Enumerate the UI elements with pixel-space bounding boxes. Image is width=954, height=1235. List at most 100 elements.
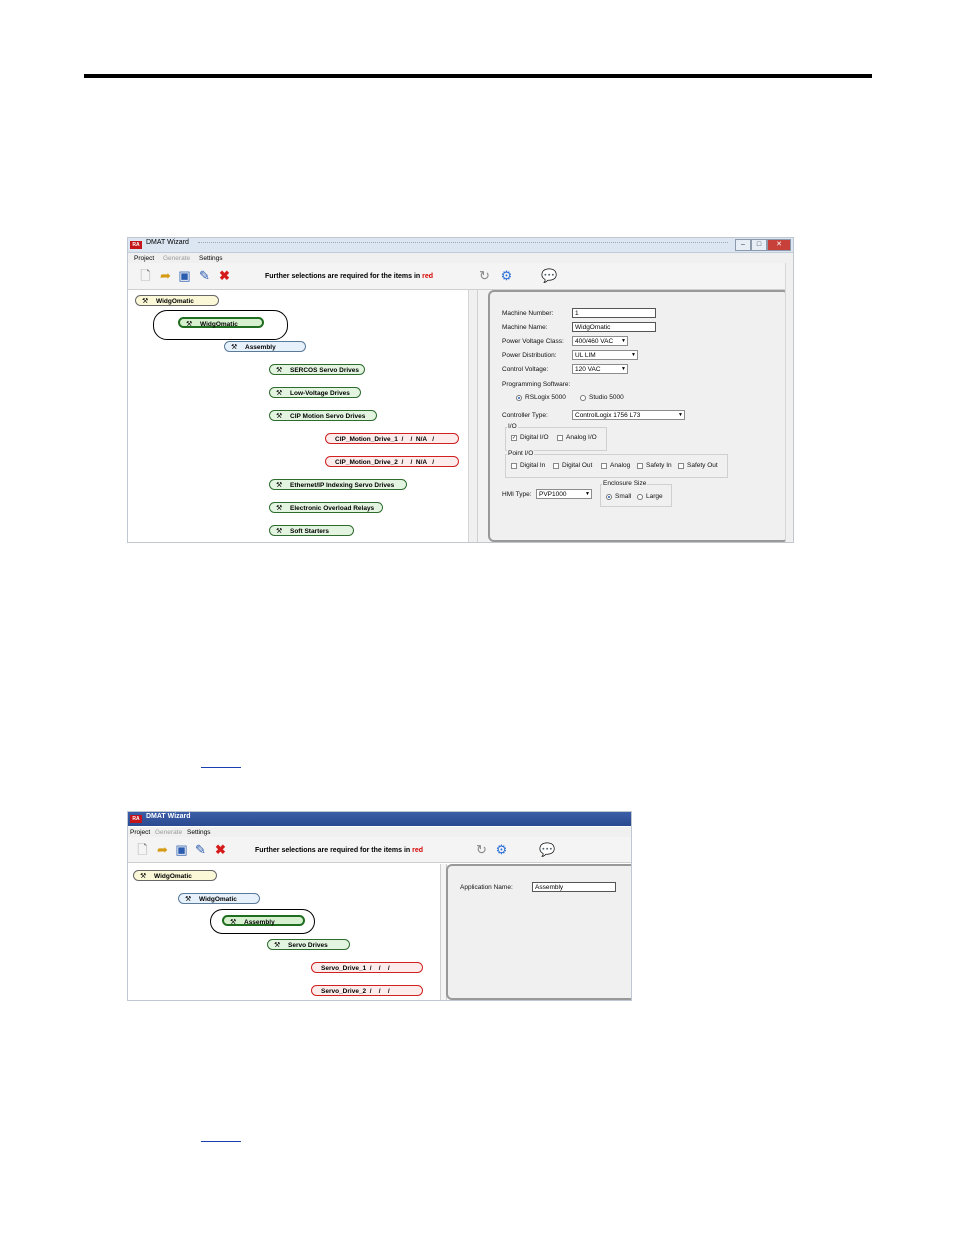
point-io-group-label: Point I/O — [507, 450, 535, 457]
edit-icon[interactable]: ✎ — [197, 268, 212, 283]
menu-project[interactable]: Project — [134, 255, 154, 262]
studio5000-radio[interactable] — [580, 395, 586, 401]
machine-name-label: Machine Name: — [502, 324, 548, 331]
machine-number-label: Machine Number: — [502, 310, 554, 317]
wrench-icon: ⚒ — [276, 390, 283, 397]
power-voltage-class-select[interactable]: 400/460 VAC ▼ — [572, 336, 628, 346]
application-name-field[interactable]: Assembly — [532, 882, 616, 892]
app-logo-icon: RA — [130, 241, 142, 249]
window-scrollbar[interactable] — [785, 263, 793, 542]
dropdown-arrow-icon: ▼ — [631, 352, 636, 358]
tree-node-servo-drives[interactable]: ⚒ Servo Drives — [267, 939, 350, 950]
minimize-button[interactable]: – — [735, 239, 751, 251]
tree-node-ethernet-ip-drives[interactable]: ⚒ Ethernet/IP Indexing Servo Drives — [269, 479, 407, 490]
new-file-icon[interactable]: 🗋 — [135, 842, 150, 857]
controller-type-label: Controller Type: — [502, 412, 548, 419]
digital-out-checkbox[interactable] — [553, 463, 559, 469]
digital-in-label: Digital In — [520, 462, 546, 469]
project-tree: ⚒ WidgOmatic ⚒ WidgOmatic ⚒ Assembly ⚒ S… — [128, 290, 468, 542]
menu-settings[interactable]: Settings — [199, 255, 223, 262]
controller-type-select[interactable]: ControlLogix 1756 L73 ▼ — [572, 410, 685, 420]
analog-checkbox[interactable] — [601, 463, 607, 469]
toolbar-notice: Further selections are required for the … — [255, 847, 424, 854]
tree-node-cip-drive-2[interactable]: CIP_Motion_Drive_2 / / N/A / — [325, 456, 459, 467]
tree-node-overload-relays[interactable]: ⚒ Electronic Overload Relays — [269, 502, 383, 513]
safety-in-checkbox[interactable] — [637, 463, 643, 469]
tree-node-servo-drive-2[interactable]: Servo_Drive_2 / / / — [311, 985, 423, 996]
maximize-button[interactable]: □ — [751, 239, 767, 251]
machine-number-field[interactable]: 1 — [572, 308, 656, 318]
control-voltage-select[interactable]: 120 VAC ▼ — [572, 364, 628, 374]
dropdown-arrow-icon: ▼ — [621, 366, 626, 372]
digital-io-checkbox[interactable]: ✓ — [511, 435, 517, 441]
safety-in-label: Safety In — [646, 462, 672, 469]
tree-node-project[interactable]: ⚒ WidgOmatic — [135, 295, 219, 306]
menu-bar: Project Generate Settings — [128, 253, 793, 263]
tree-node-machine[interactable]: ⚒ WidgOmatic — [178, 893, 260, 904]
enclosure-large-radio[interactable] — [637, 494, 643, 500]
power-distribution-select[interactable]: UL LIM ▼ — [572, 350, 638, 360]
dropdown-arrow-icon: ▼ — [585, 491, 590, 497]
menu-generate[interactable]: Generate — [163, 255, 190, 262]
io-group-label: I/O — [507, 423, 518, 430]
settings-gears-icon[interactable]: ⚙ — [494, 842, 509, 857]
taskbar-ghost — [198, 242, 728, 247]
digital-out-label: Digital Out — [562, 462, 593, 469]
analog-io-label: Analog I/O — [566, 434, 597, 441]
wrench-icon: ⚒ — [185, 896, 192, 903]
open-folder-icon[interactable]: ➦ — [158, 268, 173, 283]
help-speech-icon[interactable]: 💬 — [539, 842, 555, 857]
wrench-icon: ⚒ — [186, 321, 193, 328]
hmi-type-select[interactable]: PVP1000 ▼ — [536, 489, 592, 499]
save-icon[interactable]: ▣ — [177, 268, 192, 283]
close-window-button[interactable]: ✕ — [767, 239, 791, 251]
settings-gears-icon[interactable]: ⚙ — [499, 268, 514, 283]
dmat-wizard-screenshot-machine: RA DMAT Wizard – □ ✕ Project Generate Se… — [127, 237, 794, 543]
safety-out-checkbox[interactable] — [678, 463, 684, 469]
power-distribution-label: Power Distribution: — [502, 352, 557, 359]
window-title: DMAT Wizard — [146, 239, 189, 246]
edit-icon[interactable]: ✎ — [193, 842, 208, 857]
enclosure-small-radio[interactable] — [606, 494, 612, 500]
tree-node-application[interactable]: ⚒ Assembly — [224, 341, 306, 352]
digital-in-checkbox[interactable] — [511, 463, 517, 469]
tree-node-application[interactable]: ⚒ Assembly — [222, 915, 305, 926]
header-rule — [84, 74, 872, 78]
help-speech-icon[interactable]: 💬 — [541, 268, 557, 283]
machine-name-field[interactable]: WidgOmatic — [572, 322, 656, 332]
save-icon[interactable]: ▣ — [174, 842, 189, 857]
tree-node-servo-drive-1[interactable]: Servo_Drive_1 / / / — [311, 962, 423, 973]
reference-link-1[interactable] — [201, 757, 241, 768]
tree-node-soft-starters[interactable]: ⚒ Soft Starters — [269, 525, 354, 536]
new-file-icon[interactable]: 🗋 — [138, 268, 153, 283]
open-folder-icon[interactable]: ➦ — [155, 842, 170, 857]
delete-icon[interactable]: ✖ — [213, 842, 228, 857]
tree-node-project[interactable]: ⚒ WidgOmatic — [133, 870, 217, 881]
analog-io-checkbox[interactable] — [557, 435, 563, 441]
properties-panel: Machine Number: 1 Machine Name: WidgOmat… — [488, 290, 789, 542]
reference-link-2[interactable] — [201, 1131, 241, 1142]
tree-node-cip-motion-drives[interactable]: ⚒ CIP Motion Servo Drives — [269, 410, 377, 421]
wrench-icon: ⚒ — [231, 344, 238, 351]
tree-node-low-voltage-drives[interactable]: ⚒ Low-Voltage Drives — [269, 387, 361, 398]
dropdown-arrow-icon: ▼ — [621, 338, 626, 344]
wrench-icon: ⚒ — [276, 528, 283, 535]
wrench-icon: ⚒ — [274, 942, 281, 949]
menu-settings[interactable]: Settings — [187, 829, 211, 836]
enclosure-size-label: Enclosure Size — [602, 480, 648, 487]
programming-software-label: Programming Software: — [502, 381, 571, 388]
dropdown-arrow-icon: ▼ — [678, 412, 683, 418]
delete-icon[interactable]: ✖ — [217, 268, 232, 283]
wrench-icon: ⚒ — [276, 482, 283, 489]
rslogix-radio[interactable] — [516, 395, 522, 401]
menu-generate[interactable]: Generate — [155, 829, 182, 836]
wrench-icon: ⚒ — [140, 873, 147, 880]
refresh-icon[interactable]: ↻ — [474, 842, 489, 857]
refresh-icon[interactable]: ↻ — [477, 268, 492, 283]
tree-node-machine[interactable]: ⚒ WidgOmatic — [178, 317, 264, 328]
tree-node-cip-drive-1[interactable]: CIP_Motion_Drive_1 / / N/A / — [325, 433, 459, 444]
toolbar: 🗋 ➦ ▣ ✎ ✖ Further selections are require… — [128, 263, 793, 290]
menu-project[interactable]: Project — [130, 829, 150, 836]
menu-bar: Project Generate Settings — [128, 827, 631, 837]
tree-node-sercos-drives[interactable]: ⚒ SERCOS Servo Drives — [269, 364, 365, 375]
